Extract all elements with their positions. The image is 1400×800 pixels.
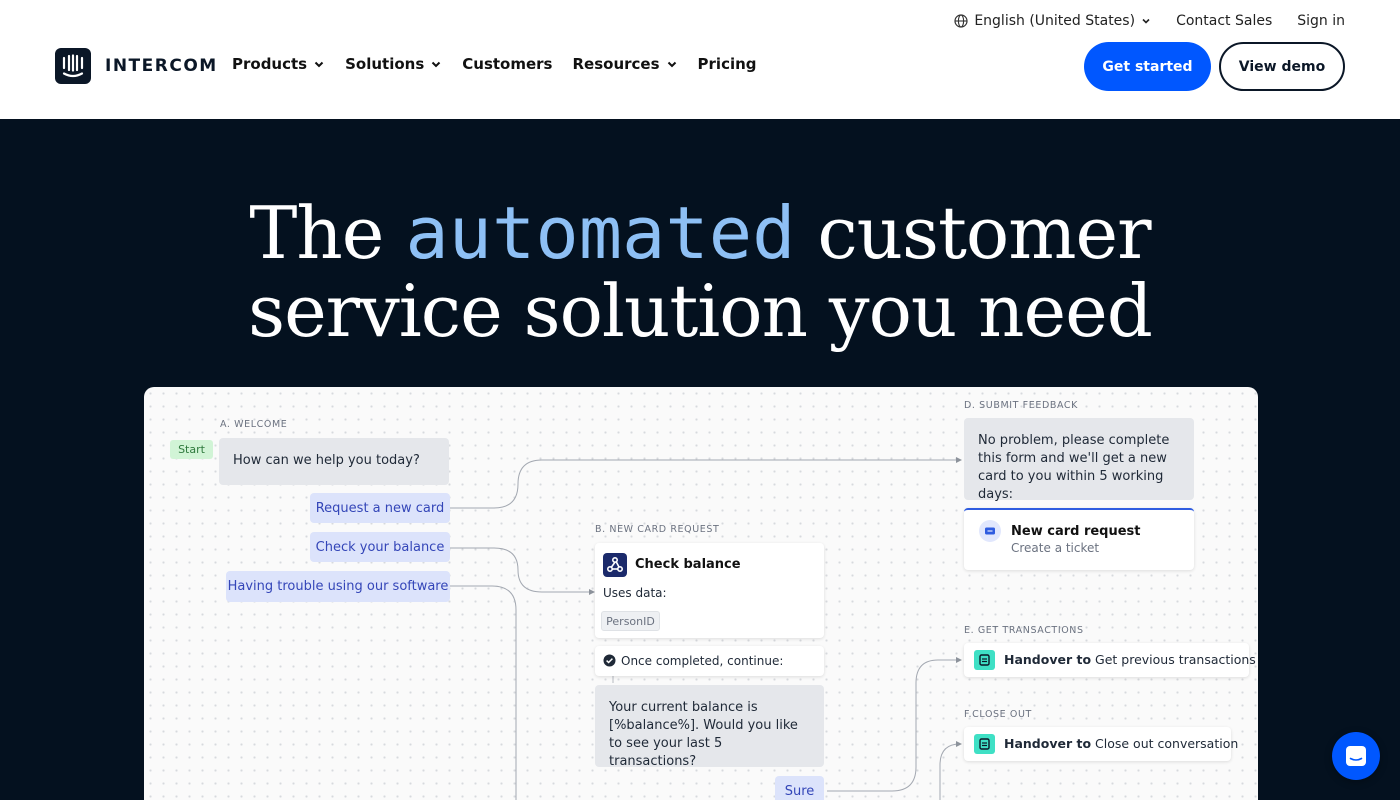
sign-in-link[interactable]: Sign in xyxy=(1297,13,1345,29)
feedback-message: No problem, please complete this form an… xyxy=(964,418,1194,502)
handover-transactions-text: Handover to Get previous transactions xyxy=(1004,652,1256,667)
headline-line-2: service solution you need xyxy=(248,269,1153,353)
chevron-down-icon xyxy=(1142,18,1150,24)
nav-customers[interactable]: Customers xyxy=(462,55,552,73)
handover-transactions-target: Get previous transactions xyxy=(1095,652,1256,667)
nav-solutions[interactable]: Solutions xyxy=(345,55,442,73)
handover-icon xyxy=(974,734,995,754)
nav-resources[interactable]: Resources xyxy=(573,55,678,73)
once-completed-text: Once completed, continue: xyxy=(621,654,784,668)
handover-transactions-card[interactable]: Handover to Get previous transactions xyxy=(964,643,1256,677)
once-completed-row: Once completed, continue: xyxy=(595,646,824,676)
new-card-step-label: B. NEW CARD REQUEST xyxy=(595,524,720,535)
handover-bold-label: Handover to xyxy=(1004,652,1092,667)
closeout-step-label: F.CLOSE OUT xyxy=(964,709,1032,720)
headline-post: customer xyxy=(817,191,1151,275)
handover-icon xyxy=(974,650,995,670)
option-sure[interactable]: Sure xyxy=(775,776,824,800)
option-having-trouble[interactable]: Having trouble using our software xyxy=(226,571,450,602)
transactions-step-label: E. GET TRANSACTIONS xyxy=(964,625,1084,636)
feedback-step-label: D. SUBMIT FEEDBACK xyxy=(964,400,1078,411)
language-selector[interactable]: English (United States) xyxy=(954,13,1151,29)
welcome-step-label: A. WELCOME xyxy=(220,419,288,430)
headline-line-1: The automated customer xyxy=(0,194,1400,272)
check-circle-icon xyxy=(603,654,616,667)
check-balance-card[interactable]: Check balance Uses data: PersonID xyxy=(595,543,824,638)
nav-resources-label: Resources xyxy=(572,55,660,73)
nav-pricing-label: Pricing xyxy=(697,55,757,73)
handover-close-text: Handover to Close out conversation xyxy=(1004,736,1238,751)
option-check-balance[interactable]: Check your balance xyxy=(310,532,450,562)
handover-close-target: Close out conversation xyxy=(1095,736,1239,751)
nav-customers-label: Customers xyxy=(462,55,553,73)
headline-accent: automated xyxy=(405,191,796,275)
messenger-icon xyxy=(1346,746,1366,766)
handover-bold-label: Handover to xyxy=(1004,736,1092,751)
welcome-message: How can we help you today? xyxy=(219,438,449,485)
brand-logo[interactable]: INTERCOM xyxy=(55,48,218,84)
chevron-down-icon xyxy=(432,61,441,68)
hero-headline: The automated customer service solution … xyxy=(0,194,1400,350)
nav-products-label: Products xyxy=(232,55,308,73)
check-balance-title: Check balance xyxy=(635,557,741,572)
utility-nav: English (United States) Contact Sales Si… xyxy=(954,13,1345,29)
chevron-down-icon xyxy=(667,61,676,68)
headline-pre: The xyxy=(249,191,384,275)
new-card-ticket[interactable]: New card request Create a ticket xyxy=(964,508,1194,570)
chevron-down-icon xyxy=(314,61,324,68)
handover-close-card[interactable]: Handover to Close out conversation xyxy=(964,727,1238,761)
brand-name: INTERCOM xyxy=(105,56,218,76)
workflow-canvas: A. WELCOME Start How can we help you tod… xyxy=(144,387,1258,800)
person-id-chip: PersonID xyxy=(601,611,660,631)
nav-products[interactable]: Products xyxy=(232,55,325,73)
intercom-logo-icon xyxy=(55,48,91,84)
main-nav: Products Solutions Customers Resources P… xyxy=(232,55,757,73)
site-header: English (United States) Contact Sales Si… xyxy=(0,0,1400,119)
hero-section: The automated customer service solution … xyxy=(0,119,1400,800)
balance-message: Your current balance is [%balance%]. Wou… xyxy=(595,685,824,769)
start-badge: Start xyxy=(170,440,213,459)
webhook-icon xyxy=(603,553,627,577)
ticket-subtitle: Create a ticket xyxy=(1011,541,1100,555)
globe-icon xyxy=(954,14,968,28)
messenger-launcher-button[interactable] xyxy=(1332,732,1380,780)
ticket-title: New card request xyxy=(1011,524,1141,539)
contact-sales-link[interactable]: Contact Sales xyxy=(1176,13,1272,29)
uses-data-label: Uses data: xyxy=(603,586,667,600)
header-cta-group: Get started View demo xyxy=(1084,42,1345,91)
option-request-new-card[interactable]: Request a new card xyxy=(310,493,450,523)
ticket-icon xyxy=(979,520,1001,542)
nav-solutions-label: Solutions xyxy=(345,55,425,73)
nav-pricing[interactable]: Pricing xyxy=(698,55,757,73)
view-demo-button[interactable]: View demo xyxy=(1219,42,1345,91)
language-label: English (United States) xyxy=(974,13,1136,29)
get-started-button[interactable]: Get started xyxy=(1084,42,1211,91)
